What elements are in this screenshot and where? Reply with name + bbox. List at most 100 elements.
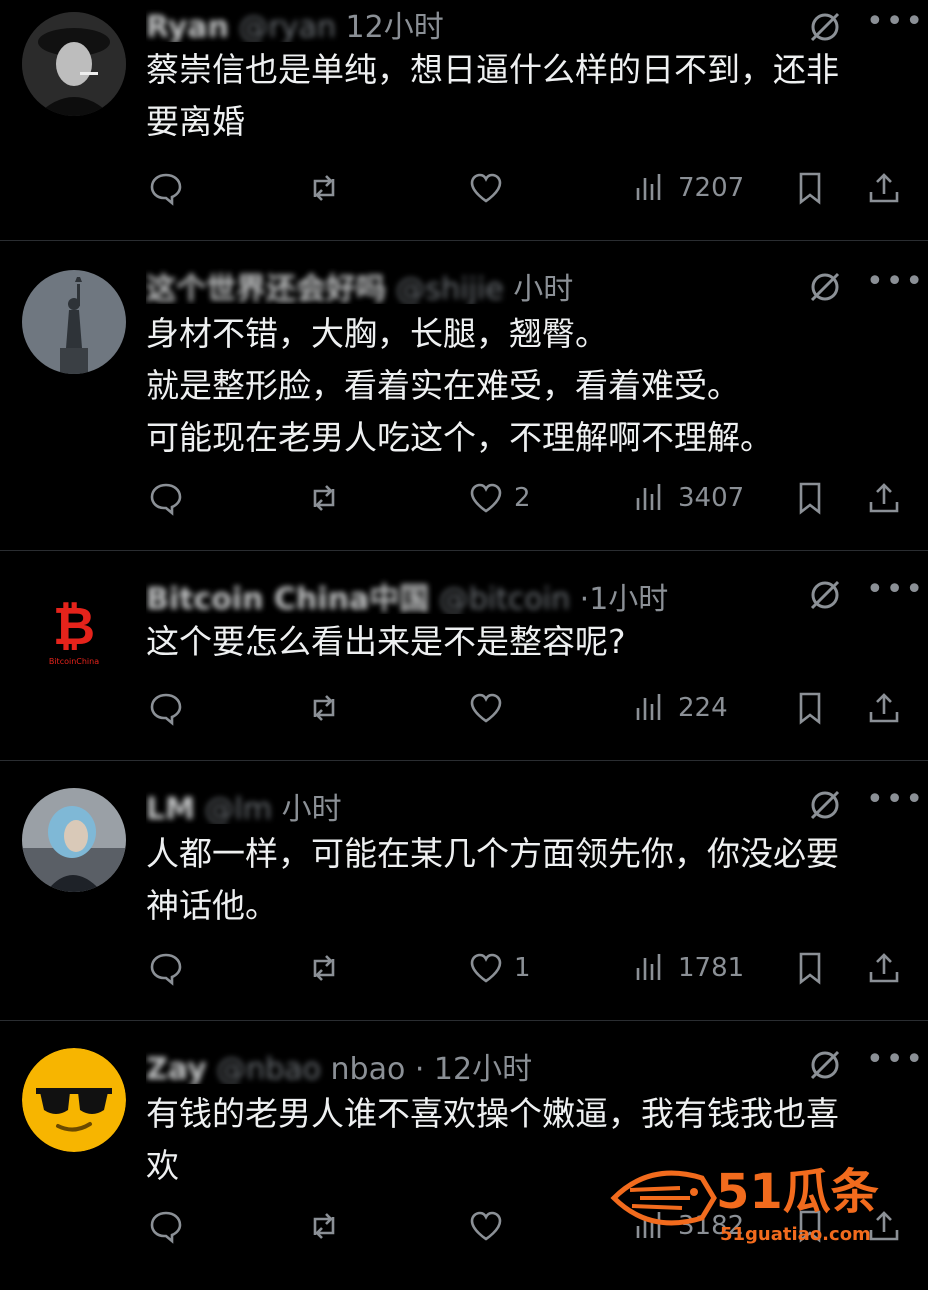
post-text: 这个要怎么看出来是不是整容呢? (146, 616, 906, 668)
watermark-fish-icon: 51瓜条 51guatiao.com (610, 1164, 879, 1245)
share-icon (869, 483, 899, 513)
grok-icon[interactable] (808, 10, 842, 44)
author-handle[interactable]: @bitcoin (439, 582, 570, 614)
grok-icon[interactable] (808, 788, 842, 822)
repost-icon (313, 695, 335, 721)
post-time[interactable]: nbao · 12小时 (331, 1052, 533, 1084)
view-count: 224 (678, 693, 728, 723)
avatar[interactable] (22, 12, 126, 116)
author-name[interactable]: Bitcoin China中国 (146, 582, 429, 614)
avatar[interactable] (22, 788, 126, 892)
share-button[interactable] (866, 476, 902, 520)
post-time[interactable]: 小时 (513, 272, 573, 304)
post-header: Ryan @ryan 12小时 (146, 2, 786, 42)
repost-button[interactable] (306, 946, 342, 990)
grok-icon[interactable] (808, 270, 842, 304)
like-button[interactable]: 2 (468, 476, 531, 520)
share-button[interactable] (866, 686, 902, 730)
grok-icon[interactable] (808, 1048, 842, 1082)
reply-button[interactable] (148, 476, 184, 520)
author-handle[interactable]: @lm (205, 792, 273, 824)
more-options-button[interactable]: ••• (866, 782, 925, 817)
like-button[interactable]: 1 (468, 946, 531, 990)
post-text-line: 可能现在老男人吃这个，不理解啊不理解。 (146, 418, 773, 457)
more-options-button[interactable]: ••• (866, 4, 925, 39)
grok-icon[interactable] (808, 578, 842, 612)
author-name[interactable]: Ryan (146, 10, 229, 42)
like-button[interactable] (468, 686, 514, 730)
post-time[interactable]: 小时 (282, 792, 342, 824)
repost-icon (313, 1213, 335, 1239)
post-time[interactable]: 12小时 (346, 10, 444, 42)
view-count: 3407 (678, 483, 745, 513)
reply-button[interactable] (148, 1204, 184, 1248)
bookmark-icon (799, 482, 821, 515)
reply-button[interactable] (148, 166, 184, 210)
share-icon (869, 953, 899, 983)
post-text: 人都一样，可能在某几个方面领先你，你没必要 神话他。 (146, 828, 906, 932)
more-options-button[interactable]: ••• (866, 572, 925, 607)
post-text-line: 蔡崇信也是单纯，想日逼什么样的日不到，还非 (146, 50, 839, 89)
repost-button[interactable] (306, 1204, 342, 1248)
repost-icon (313, 485, 335, 511)
share-button[interactable] (866, 946, 902, 990)
reply-icon (150, 953, 182, 986)
author-handle[interactable]: @ryan (238, 10, 336, 42)
bookmark-button[interactable] (792, 686, 828, 730)
reply-button[interactable] (148, 686, 184, 730)
avatar[interactable]: ₿ BitcoinChina (22, 574, 126, 678)
views-icon (636, 484, 661, 510)
bookmark-button[interactable] (792, 946, 828, 990)
avatar[interactable] (22, 1048, 126, 1152)
more-options-button[interactable]: ••• (866, 264, 925, 299)
share-button[interactable] (866, 166, 902, 210)
post-header: 这个世界还会好吗 @shijie 小时 (146, 264, 786, 304)
heart-icon (470, 173, 502, 203)
heart-icon (470, 1211, 502, 1241)
post-text-line: 要离婚 (146, 102, 245, 141)
post[interactable]: LM @lm 小时 ••• 人都一样，可能在某几个方面领先你，你没必要 神话他。… (0, 760, 928, 1021)
post-actions: 2 3407 (0, 476, 928, 526)
author-name[interactable]: 这个世界还会好吗 (146, 272, 386, 304)
heart-icon (470, 483, 502, 513)
bookmark-button[interactable] (792, 476, 828, 520)
post-header: Zay @nbao nbao · 12小时 (146, 1044, 786, 1084)
svg-text:BitcoinChina: BitcoinChina (49, 657, 99, 666)
post[interactable]: Ryan @ryan 12小时 ••• 蔡崇信也是单纯，想日逼什么样的日不到，还… (0, 0, 928, 241)
bitcoin-logo-icon: ₿ BitcoinChina (22, 574, 126, 678)
repost-button[interactable] (306, 686, 342, 730)
bookmark-icon (799, 172, 821, 205)
views-button[interactable]: 1781 (632, 946, 744, 990)
more-options-button[interactable]: ••• (866, 1042, 925, 1077)
views-button[interactable]: 224 (632, 686, 728, 730)
post-text-line: 这个要怎么看出来是不是整容呢? (146, 622, 626, 661)
repost-icon (313, 955, 335, 981)
post[interactable]: 这个世界还会好吗 @shijie 小时 ••• 身材不错，大胸，长腿，翘臀。 就… (0, 240, 928, 551)
views-button[interactable]: 7207 (632, 166, 744, 210)
like-count: 1 (514, 953, 531, 983)
repost-button[interactable] (306, 476, 342, 520)
reply-button[interactable] (148, 946, 184, 990)
author-name[interactable]: Zay (146, 1052, 207, 1084)
post-text-line: 就是整形脸，看着实在难受，看着难受。 (146, 366, 740, 405)
like-button[interactable] (468, 166, 514, 210)
views-icon (636, 694, 661, 720)
repost-button[interactable] (306, 166, 342, 210)
reply-icon (150, 173, 182, 206)
post-actions: 1 1781 (0, 946, 928, 996)
bookmark-button[interactable] (792, 166, 828, 210)
author-name[interactable]: LM (146, 792, 195, 824)
post-text-line: 神话他。 (146, 886, 278, 925)
post-actions: 224 (0, 686, 928, 736)
svg-text:₿: ₿ (53, 597, 95, 657)
avatar[interactable] (22, 270, 126, 374)
reply-icon (150, 1211, 182, 1244)
author-handle[interactable]: @nbao (216, 1052, 321, 1084)
views-button[interactable]: 3407 (632, 476, 744, 520)
post[interactable]: ₿ BitcoinChina Bitcoin China中国 @bitcoin … (0, 550, 928, 761)
bookmark-icon (799, 692, 821, 725)
like-button[interactable] (468, 1204, 514, 1248)
like-count: 2 (514, 483, 531, 513)
author-handle[interactable]: @shijie (396, 272, 504, 304)
post-time[interactable]: ·1小时 (580, 582, 669, 614)
